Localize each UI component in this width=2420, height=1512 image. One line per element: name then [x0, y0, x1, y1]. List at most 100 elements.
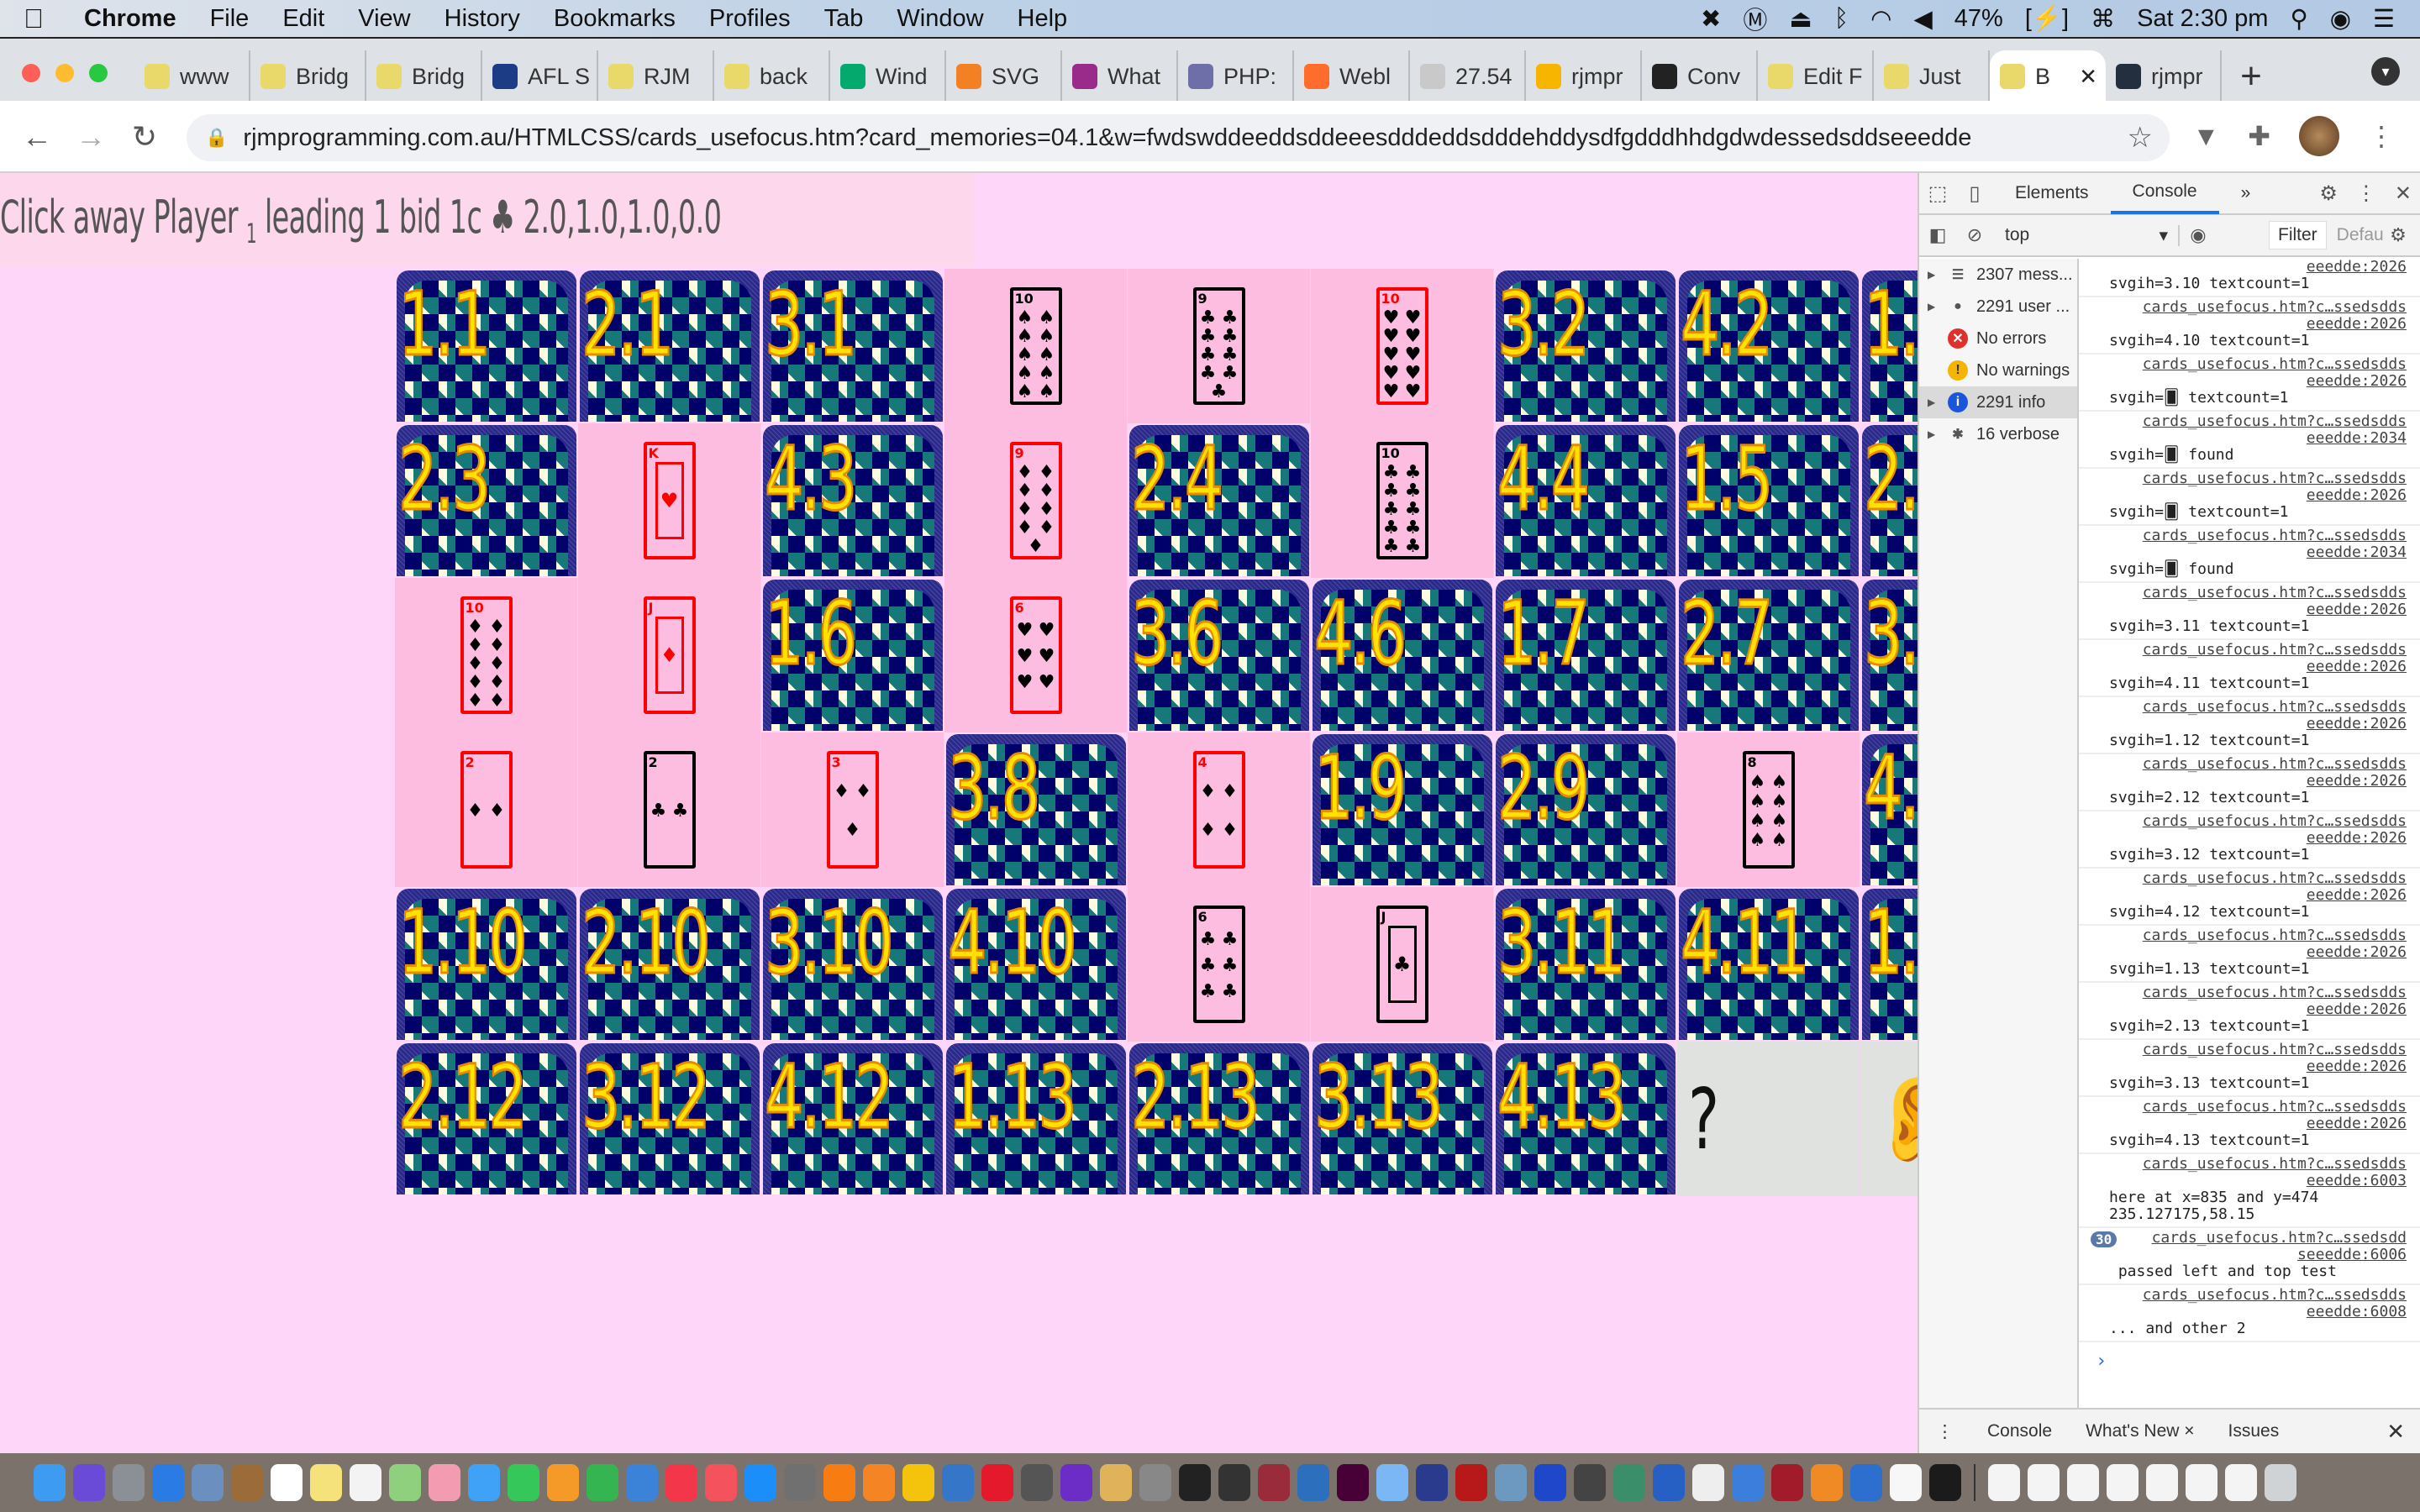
- source-link[interactable]: cards_usefocus.htm?c…ssedsdds eeedde:202…: [2109, 813, 2413, 847]
- face-down-card[interactable]: 2.5: [1860, 423, 1918, 578]
- face-down-card[interactable]: 1.13: [944, 1042, 1128, 1196]
- close-window-button[interactable]: [22, 64, 40, 82]
- minimize-window-button[interactable]: [55, 64, 74, 82]
- face-down-card[interactable]: 1.7: [1494, 578, 1677, 732]
- menu-view[interactable]: View: [341, 5, 427, 33]
- doc1-icon[interactable]: [1988, 1464, 2020, 1501]
- clear-console-icon[interactable]: ⊘: [1956, 224, 1993, 246]
- source-link[interactable]: cards_usefocus.htm?c…ssedsdds eeedde:202…: [2109, 470, 2413, 504]
- menu-profiles[interactable]: Profiles: [692, 5, 808, 33]
- url-text[interactable]: rjmprogramming.com.au/HTMLCSS/cards_usef…: [243, 124, 1971, 152]
- source-link[interactable]: cards_usefocus.htm?c…ssedsdd seeedde:600…: [2109, 1230, 2413, 1263]
- maps-icon[interactable]: [389, 1464, 421, 1501]
- source-link[interactable]: cards_usefocus.htm?c…ssedsdds eeedde:202…: [2109, 927, 2413, 961]
- drawer-menu-icon[interactable]: ⋮: [1919, 1421, 1970, 1442]
- browser-tab[interactable]: rjmpr: [1526, 50, 1642, 102]
- console-filter-input[interactable]: Filter: [2269, 221, 2327, 249]
- face-down-card[interactable]: 4.2: [1677, 269, 1860, 423]
- face-down-card[interactable]: 1.12: [1860, 887, 1918, 1042]
- drawer-tab-issues[interactable]: Issues: [2212, 1421, 2296, 1441]
- face-up-card-slot[interactable]: 10 ♣ ♣ ♣ ♣ ♣ ♣ ♣ ♣ ♣ ♣: [1311, 423, 1494, 578]
- contacts-icon[interactable]: [231, 1464, 263, 1501]
- launchpad-icon[interactable]: [113, 1464, 145, 1501]
- playing-card[interactable]: J ♣: [1376, 906, 1428, 1023]
- console-sidebar-item[interactable]: ✕ No errors: [1919, 323, 2077, 354]
- avast-icon[interactable]: ✖: [1701, 4, 1721, 34]
- battery-icon[interactable]: [⚡]: [2025, 4, 2069, 33]
- sequel-icon[interactable]: [1021, 1464, 1053, 1501]
- battery-percent[interactable]: 47%: [1954, 5, 2003, 33]
- vimium-extension-icon[interactable]: ▼: [2193, 121, 2220, 152]
- face-up-card-slot[interactable]: 10 ♠ ♠ ♠ ♠ ♠ ♠ ♠ ♠ ♠ ♠: [944, 269, 1128, 423]
- face-down-card[interactable]: 4.13: [1494, 1042, 1677, 1196]
- filezilla-icon[interactable]: [1455, 1464, 1487, 1501]
- playing-card[interactable]: 10 ♥ ♥ ♥ ♥ ♥ ♥ ♥ ♥ ♥ ♥: [1376, 287, 1428, 405]
- face-down-card[interactable]: 2.10: [578, 887, 761, 1042]
- more-tabs-button[interactable]: »: [2219, 172, 2273, 214]
- back-button[interactable]: ←: [18, 119, 55, 155]
- live-expression-eye-icon[interactable]: ◉: [2180, 224, 2217, 246]
- calendar-icon[interactable]: [271, 1464, 302, 1501]
- lock-icon[interactable]: 🔒: [205, 127, 228, 149]
- browser-tab[interactable]: B ✕: [1990, 50, 2106, 102]
- opera-icon[interactable]: [981, 1464, 1013, 1501]
- face-up-card-slot[interactable]: 9 ♦ ♦ ♦ ♦ ♦ ♦ ♦ ♦ ♦: [944, 423, 1128, 578]
- console-prompt-input[interactable]: ›: [2079, 1342, 2420, 1372]
- browser-tab[interactable]: Bridg: [250, 50, 366, 102]
- r-icon[interactable]: [1297, 1464, 1329, 1501]
- preview-icon[interactable]: [1495, 1464, 1527, 1501]
- face-up-card-slot[interactable]: 10 ♦ ♦ ♦ ♦ ♦ ♦ ♦ ♦ ♦ ♦: [395, 578, 578, 732]
- browser-tab[interactable]: Webl: [1294, 50, 1410, 102]
- keynote-icon[interactable]: [626, 1464, 658, 1501]
- browser-tab[interactable]: www: [134, 50, 250, 102]
- close-drawer-icon[interactable]: ✕: [2386, 1419, 2405, 1445]
- photos-icon[interactable]: [429, 1464, 460, 1501]
- face-up-card-slot[interactable]: J ♣: [1311, 887, 1494, 1042]
- face-down-card[interactable]: 1.9: [1311, 732, 1494, 887]
- source-link[interactable]: cards_usefocus.htm?c…ssedsdds eeedde:202…: [2109, 870, 2413, 904]
- browser-tab[interactable]: 27.54: [1410, 50, 1526, 102]
- airplay-icon[interactable]: ⏏: [1789, 4, 1812, 34]
- keyboard-viewer-icon[interactable]: ⌘: [2091, 4, 2115, 34]
- inspector-icon[interactable]: [1653, 1464, 1685, 1501]
- menu-window[interactable]: Window: [880, 5, 1000, 33]
- script-icon[interactable]: [2107, 1464, 2139, 1501]
- notes-icon[interactable]: [310, 1464, 342, 1501]
- siri-icon[interactable]: ◉: [2330, 4, 2351, 34]
- doc2-icon[interactable]: [2028, 1464, 2060, 1501]
- face-up-card-slot[interactable]: 3 ♦ ♦ ♦: [761, 732, 944, 887]
- address-bar[interactable]: 🔒 rjmprogramming.com.au/HTMLCSS/cards_us…: [187, 114, 2170, 161]
- face-down-card[interactable]: 2.1: [578, 269, 761, 423]
- wordpress-icon[interactable]: [1416, 1464, 1448, 1501]
- playing-card[interactable]: 4 ♦ ♦ ♦ ♦: [1192, 751, 1245, 869]
- volume-icon[interactable]: ◀: [1913, 4, 1932, 34]
- wine-icon[interactable]: [1771, 1464, 1803, 1501]
- devtools-menu-icon[interactable]: ⋮: [2356, 181, 2376, 206]
- inspect-element-icon[interactable]: ⬚: [1919, 181, 1956, 206]
- exec-icon[interactable]: [1929, 1464, 1961, 1501]
- face-down-card[interactable]: 4.4: [1494, 423, 1677, 578]
- browser-tab[interactable]: rjmpr: [2106, 50, 2222, 102]
- face-down-card[interactable]: 4.11: [1677, 887, 1860, 1042]
- face-down-card[interactable]: 3.1: [761, 269, 944, 423]
- apple-menu-icon[interactable]: : [0, 3, 67, 34]
- textedit2-icon[interactable]: [1890, 1464, 1922, 1501]
- face-up-card-slot[interactable]: 10 ♥ ♥ ♥ ♥ ♥ ♥ ♥ ♥ ♥ ♥: [1311, 269, 1494, 423]
- source-link[interactable]: cards_usefocus.htm?c…ssedsdds eeedde:202…: [2109, 1099, 2413, 1132]
- menu-edit[interactable]: Edit: [266, 5, 341, 33]
- filezilla-alt-icon[interactable]: [942, 1464, 974, 1501]
- chrome-icon[interactable]: [902, 1464, 934, 1501]
- browser-tab[interactable]: RJM: [598, 50, 714, 102]
- gimp-icon[interactable]: [1139, 1464, 1171, 1501]
- console-settings-icon[interactable]: ⚙: [2380, 224, 2417, 246]
- face-down-card[interactable]: 2.9: [1494, 732, 1677, 887]
- spreadsheet-icon[interactable]: [2146, 1464, 2178, 1501]
- face-down-card[interactable]: 3.8: [944, 732, 1128, 887]
- close-devtools-icon[interactable]: ✕: [2395, 181, 2412, 206]
- devtools-tab-console[interactable]: Console: [2110, 172, 2219, 214]
- source-link[interactable]: eeedde:2026: [2109, 259, 2413, 276]
- clock[interactable]: Sat 2:30 pm: [2137, 5, 2268, 33]
- xd-icon[interactable]: [1337, 1464, 1369, 1501]
- avast-icon[interactable]: [823, 1464, 855, 1501]
- font-icon[interactable]: [1574, 1464, 1606, 1501]
